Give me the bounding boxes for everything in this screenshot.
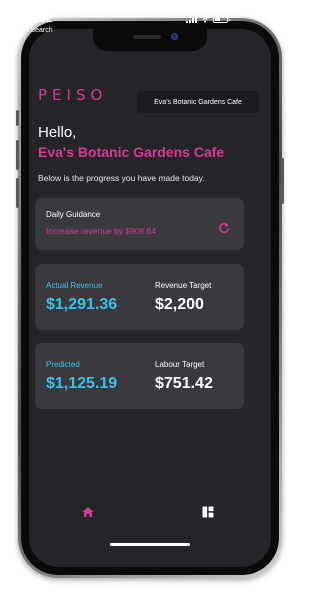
volume-down-button xyxy=(16,178,19,208)
daily-guidance-card: Daily Guidance Increase revenue by $908.… xyxy=(35,198,244,250)
actual-revenue-value: $1,291.36 xyxy=(46,296,118,313)
mute-switch xyxy=(16,110,19,126)
refresh-icon[interactable] xyxy=(218,222,230,234)
progress-subtitle: Below is the progress you have made toda… xyxy=(38,173,205,183)
venue-selector-button[interactable]: Eva's Botanic Gardens Cafe xyxy=(137,91,259,113)
actual-revenue-label: Actual Revenue xyxy=(46,281,103,290)
speaker xyxy=(133,35,161,39)
predicted-value: $1,125.19 xyxy=(46,375,118,392)
notch xyxy=(93,29,207,51)
labour-target-value: $751.42 xyxy=(155,375,213,392)
home-indicator[interactable] xyxy=(110,543,190,546)
brand-logo: PEISO xyxy=(38,86,108,104)
venue-name-heading: Eva's Botanic Gardens Cafe xyxy=(38,144,225,160)
daily-guidance-text: Increase revenue by $908.64 xyxy=(46,226,157,236)
predicted-label: Predicted xyxy=(46,360,80,369)
daily-guidance-title: Daily Guidance xyxy=(46,210,101,219)
back-to-search-link[interactable]: ◂ Search xyxy=(25,26,53,34)
camera xyxy=(171,33,178,40)
greeting-hello: Hello, xyxy=(38,124,77,141)
status-time: 2:52 xyxy=(30,13,53,25)
signal-icon xyxy=(186,15,197,23)
revenue-target-label: Revenue Target xyxy=(155,281,212,290)
labour-target-label: Labour Target xyxy=(155,360,205,369)
dashboard-icon[interactable] xyxy=(202,506,214,518)
revenue-card: Actual Revenue $1,291.36 Revenue Target … xyxy=(35,264,244,330)
volume-up-button xyxy=(16,140,19,170)
wifi-icon xyxy=(200,15,210,23)
home-icon[interactable] xyxy=(82,506,94,518)
status-icons xyxy=(186,15,230,23)
labour-card: Predicted $1,125.19 Labour Target $751.4… xyxy=(35,343,244,409)
power-button xyxy=(281,158,284,204)
battery-icon xyxy=(213,15,230,23)
revenue-target-value: $2,200 xyxy=(155,296,204,313)
